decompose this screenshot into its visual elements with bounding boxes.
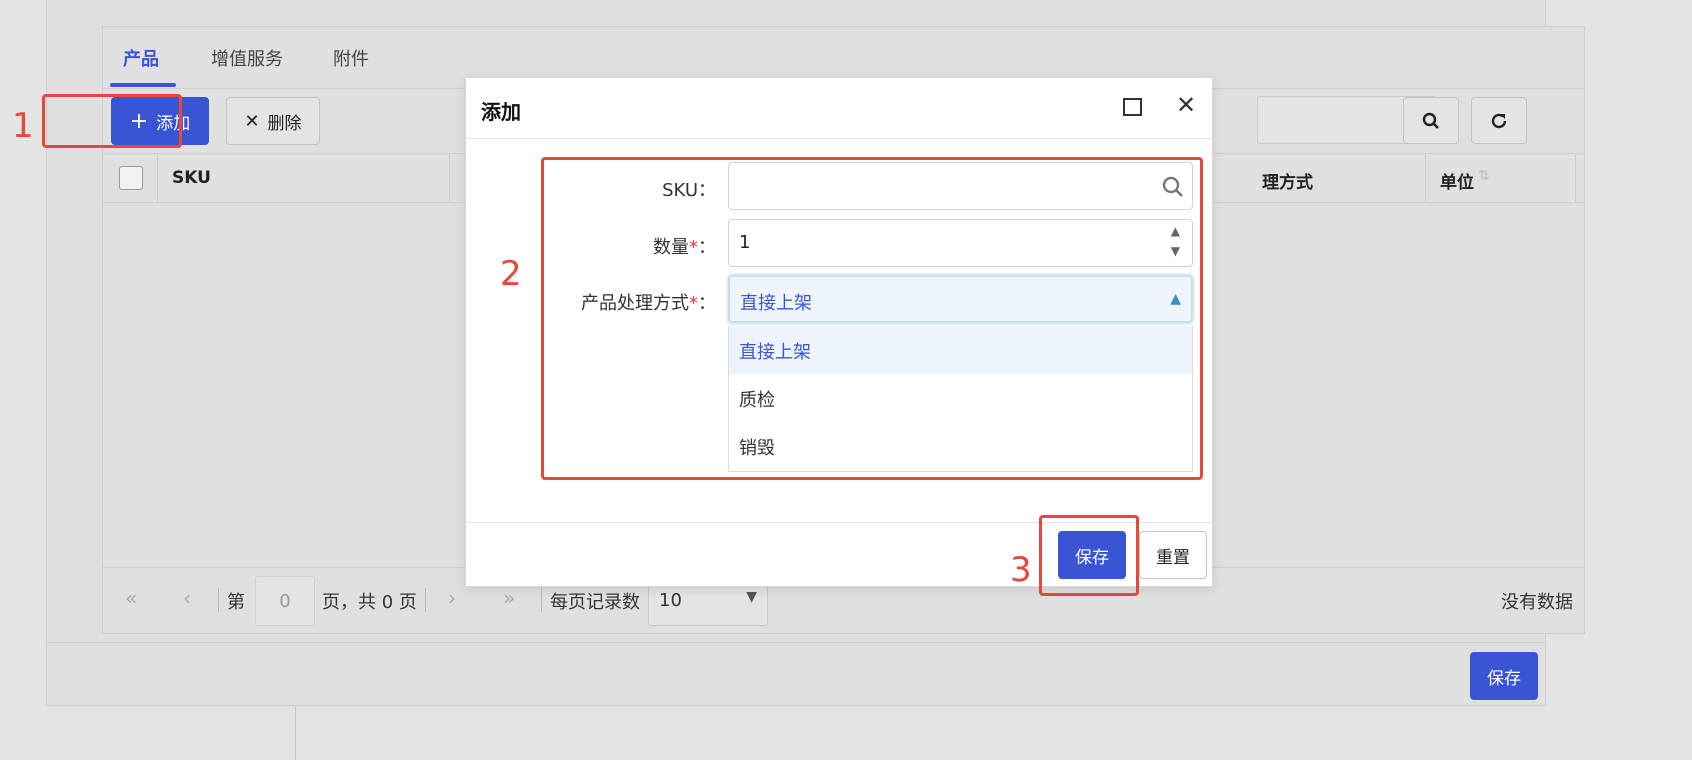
column-unit[interactable]: 单位 (1440, 168, 1474, 193)
annotation-number-3: 3 (1010, 550, 1032, 590)
caret-up-icon: ▲ (1170, 291, 1181, 307)
column-separator (157, 154, 158, 202)
quantity-stepper[interactable]: 1 ▲ ▼ (728, 219, 1193, 267)
page-size-label: 每页记录数 (550, 592, 640, 613)
search-button[interactable] (1403, 97, 1459, 144)
column-separator (449, 154, 450, 202)
last-page-icon[interactable]: » (503, 586, 515, 610)
option-quality-check[interactable]: 质检 (729, 374, 1192, 422)
dialog-save-button[interactable]: 保存 (1058, 531, 1126, 579)
add-button-label: 添加 (156, 113, 191, 134)
prev-page-icon[interactable]: ‹ (183, 586, 191, 610)
plus-icon: + (129, 108, 149, 134)
first-page-icon[interactable]: « (125, 586, 137, 610)
method-select[interactable]: 直接上架 ▲ (726, 273, 1195, 325)
annotation-number-1: 1 (12, 106, 34, 146)
sku-label: SKU： (662, 180, 716, 201)
required-marker: * (689, 237, 698, 258)
close-icon: ✕ (244, 110, 260, 132)
column-sku[interactable]: SKU (172, 168, 211, 188)
quantity-label-text: 数量 (653, 237, 689, 258)
page-save-button[interactable]: 保存 (1470, 652, 1538, 700)
refresh-button[interactable] (1471, 97, 1527, 144)
method-dropdown: 直接上架 质检 销毁 (728, 326, 1193, 472)
select-all-checkbox[interactable] (119, 166, 143, 190)
annotation-number-2: 2 (500, 254, 522, 294)
method-label-text: 产品处理方式 (581, 293, 689, 314)
column-separator (1575, 154, 1576, 202)
no-data-text: 没有数据 (1501, 592, 1573, 613)
pager-separator (218, 588, 219, 612)
active-tab-indicator (110, 83, 176, 87)
tab-attachments[interactable]: 附件 (333, 45, 369, 71)
method-selected-value: 直接上架 (740, 293, 812, 314)
next-page-icon[interactable]: › (448, 586, 456, 610)
option-label: 销毁 (739, 438, 775, 459)
column-separator (1425, 154, 1426, 202)
dialog-reset-button[interactable]: 重置 (1139, 531, 1207, 579)
add-button[interactable]: + 添加 (111, 97, 209, 145)
add-dialog: 添加 ✕ SKU： 数量*： 1 ▲ ▼ 产品处理方式*： 直接上架 ▲ 直接上… (465, 77, 1213, 587)
maximize-icon[interactable] (1123, 98, 1142, 116)
dialog-title: 添加 (481, 100, 521, 124)
search-icon[interactable] (1162, 176, 1184, 198)
required-marker: * (689, 293, 698, 314)
pager-separator (541, 588, 542, 612)
search-icon (1422, 112, 1439, 129)
page-total-text: 页，共 0 页 (322, 592, 417, 613)
page-footer: 保存 (47, 642, 1545, 706)
label-colon: ： (698, 237, 716, 258)
page-prefix: 第 (227, 592, 245, 613)
delete-button-label: 删除 (267, 113, 302, 134)
pager-separator (425, 588, 426, 612)
dialog-footer: 保存 重置 (466, 522, 1212, 588)
tab-value-added-services[interactable]: 增值服务 (211, 45, 283, 71)
delete-button[interactable]: ✕ 删除 (226, 97, 320, 145)
spinner-up-icon[interactable]: ▲ (1171, 224, 1180, 238)
sku-input[interactable] (728, 162, 1193, 210)
spinner-down-icon[interactable]: ▼ (1171, 244, 1180, 258)
option-direct-shelf[interactable]: 直接上架 (729, 326, 1192, 374)
refresh-icon (1491, 113, 1507, 128)
close-dialog-icon[interactable]: ✕ (1176, 91, 1196, 119)
quantity-value: 1 (739, 232, 751, 253)
dialog-header: 添加 ✕ (466, 78, 1212, 139)
column-method[interactable]: 理方式 (1262, 168, 1313, 193)
label-colon: ： (698, 293, 716, 314)
tab-products[interactable]: 产品 (123, 45, 159, 71)
page-size-value: 10 (659, 590, 682, 611)
option-destroy[interactable]: 销毁 (729, 422, 1192, 470)
background-area (295, 706, 1692, 760)
caret-down-icon: ▼ (746, 589, 757, 605)
page-number-input[interactable]: 0 (255, 576, 315, 626)
option-label: 直接上架 (739, 342, 811, 363)
sort-icon[interactable]: ⇅ (1478, 168, 1490, 184)
option-label: 质检 (739, 390, 775, 411)
